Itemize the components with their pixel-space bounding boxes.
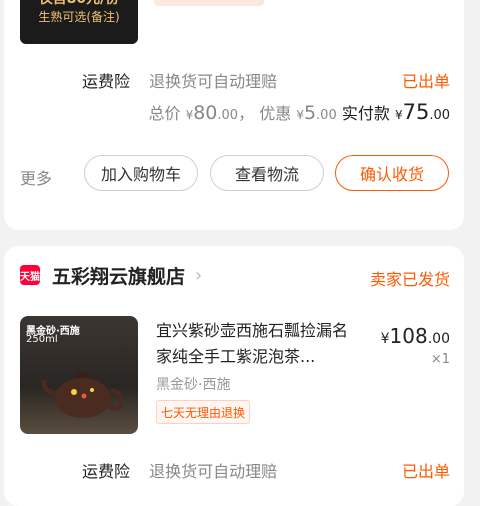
shipping-insurance-row: 运费险 退换货可自动理赔 bbox=[82, 68, 277, 92]
thumb-text-line1: 仅售80元/份 bbox=[20, 0, 138, 8]
product-thumbnail[interactable]: 黑金砂·西施 250ml bbox=[20, 316, 138, 434]
more-button[interactable]: 更多 bbox=[20, 165, 52, 189]
total-dec: .00 bbox=[217, 108, 239, 123]
discount-int: 5 bbox=[303, 102, 317, 124]
discount-dec: .00 bbox=[316, 108, 337, 123]
confirm-receipt-button[interactable]: 确认收货 bbox=[335, 155, 449, 191]
add-to-cart-button[interactable]: 加入购物车 bbox=[84, 155, 198, 191]
shop-header[interactable]: 天猫 五彩翔云旗舰店 › bbox=[20, 260, 202, 290]
price-currency: ¥ bbox=[380, 331, 390, 347]
thumb-text-line2: 生熟可选(备注) bbox=[38, 10, 120, 24]
product-variant: 黑金砂·西施 bbox=[156, 377, 231, 393]
total-label: 总价 bbox=[148, 104, 181, 123]
actual-payment: 实付款 ¥75.00 bbox=[341, 100, 450, 124]
insurance-label: 运费险 bbox=[82, 462, 131, 481]
insurance-status: 已出单 bbox=[401, 462, 450, 481]
discount-label: 优惠 bbox=[259, 104, 292, 123]
insurance-description: 退换货可自动理赔 bbox=[149, 72, 278, 91]
product-thumbnail[interactable]: 仅售80元/份 生熟可选(备注) bbox=[20, 0, 138, 44]
discount-currency: ¥ bbox=[296, 108, 304, 122]
price-int: 108 bbox=[389, 324, 428, 348]
actual-int: 75 bbox=[402, 100, 430, 124]
order-card-2: 天猫 五彩翔云旗舰店 › 卖家已发货 黑金砂·西施 250ml 宜兴紫砂壶西施石… bbox=[4, 246, 464, 506]
price-dec: .00 bbox=[427, 331, 450, 347]
order-card-1: 仅售80元/份 生熟可选(备注) 运费险 退换货可自动理赔 已出单 总价 ¥80… bbox=[4, 0, 464, 230]
view-logistics-button[interactable]: 查看物流 bbox=[210, 155, 324, 191]
service-tag bbox=[154, 0, 264, 6]
chevron-right-icon: › bbox=[195, 264, 203, 286]
tmall-icon: 天猫 bbox=[20, 265, 40, 285]
insurance-description: 退换货可自动理赔 bbox=[149, 462, 278, 481]
shipping-insurance-row: 运费险 退换货可自动理赔 bbox=[82, 458, 277, 482]
product-quantity: ×1 bbox=[430, 352, 450, 367]
insurance-status: 已出单 bbox=[401, 72, 450, 91]
total-int: 80 bbox=[193, 102, 218, 124]
actual-dec: .00 bbox=[429, 108, 450, 123]
actual-label: 实付款 bbox=[341, 104, 390, 123]
product-price: ¥108.00 bbox=[381, 324, 450, 348]
order-totals: 总价 ¥80.00， 优惠 ¥5.00 实付款 ¥75.00 bbox=[148, 100, 450, 124]
return-policy-tag: 七天无理由退换 bbox=[156, 400, 251, 424]
order-status: 卖家已发货 bbox=[369, 270, 450, 289]
shop-name[interactable]: 五彩翔云旗舰店 bbox=[52, 262, 185, 289]
thumb-volume-label: 250ml bbox=[26, 334, 58, 345]
actual-currency: ¥ bbox=[394, 108, 403, 122]
product-title[interactable]: 宜兴紫砂壶西施石瓢捡漏名家纯全手工紫泥泡茶... bbox=[156, 318, 356, 370]
insurance-label: 运费险 bbox=[82, 72, 131, 91]
teapot-image bbox=[41, 372, 123, 418]
totals-separator: ， bbox=[238, 104, 255, 123]
